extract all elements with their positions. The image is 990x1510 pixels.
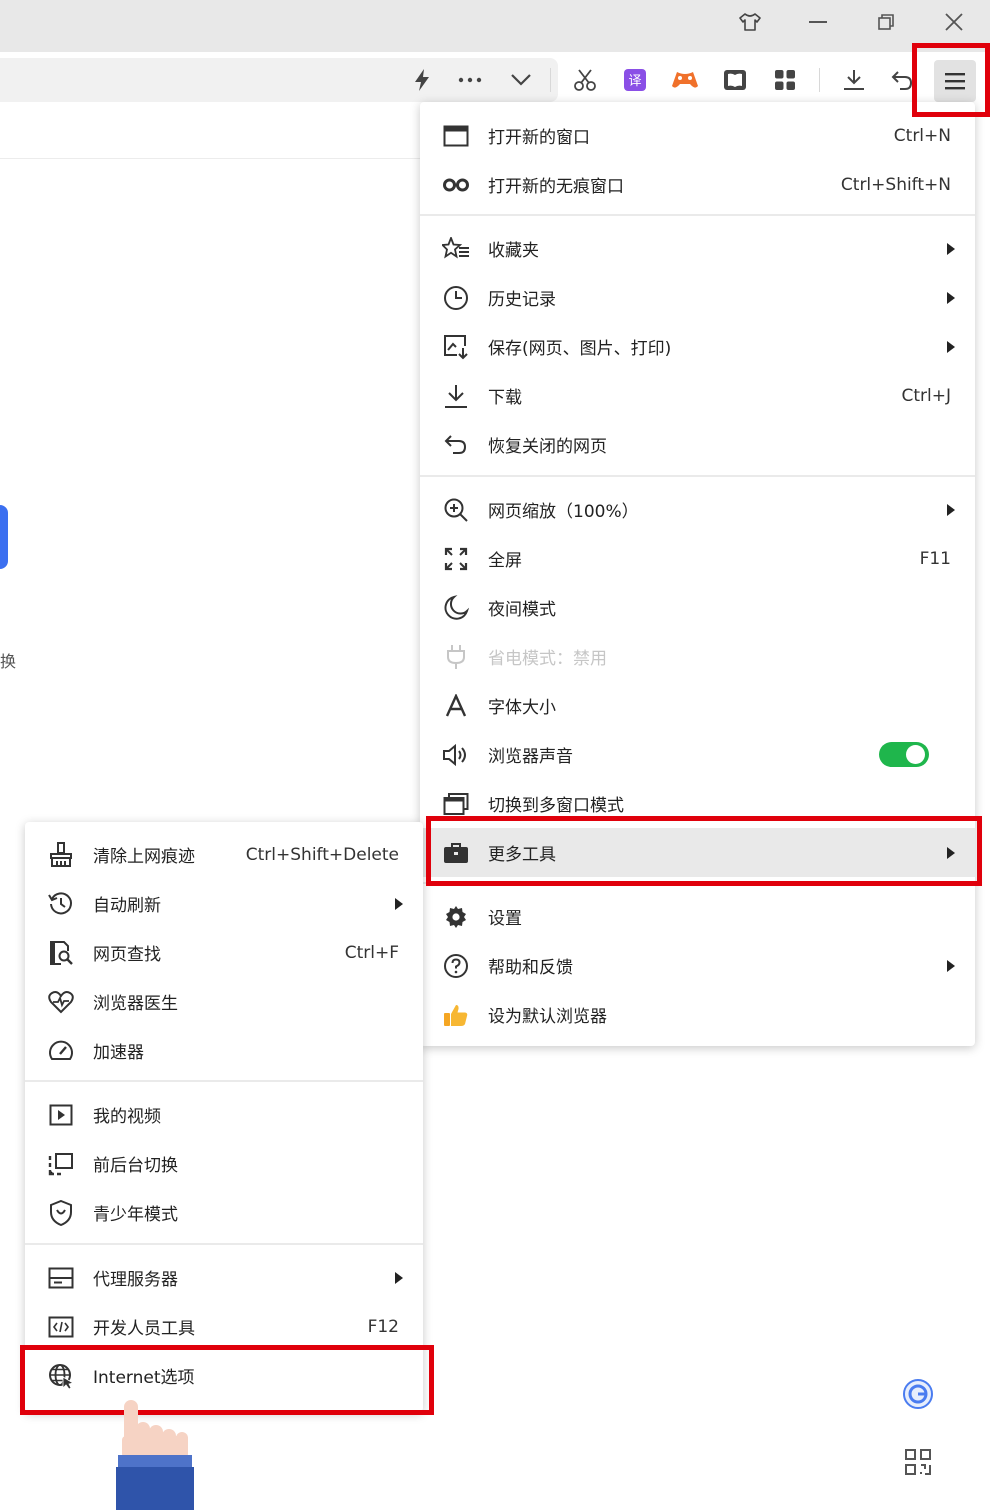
translate-icon[interactable]: 译 <box>617 62 653 98</box>
save-page-icon <box>442 333 470 361</box>
close-icon[interactable] <box>936 8 972 36</box>
star-list-icon <box>442 235 470 263</box>
scissors-icon[interactable] <box>567 62 603 98</box>
menu-item-power-saving: 省电模式：禁用 <box>420 632 975 681</box>
zoom-icon <box>442 496 470 524</box>
toolbar-divider <box>819 68 820 92</box>
menu-separator <box>25 1243 423 1245</box>
skin-icon[interactable] <box>732 8 768 36</box>
help-icon <box>442 952 470 980</box>
tools-item-fg-bg-switch[interactable]: 前后台切换 <box>25 1139 423 1188</box>
minimize-icon[interactable] <box>800 8 836 36</box>
menu-item-new-window[interactable]: 打开新的窗口 Ctrl+N <box>420 111 975 160</box>
tools-item-dev-tools[interactable]: 开发人员工具 F12 <box>25 1302 423 1351</box>
menu-item-font-size[interactable]: 字体大小 <box>420 681 975 730</box>
clock-icon <box>442 284 470 312</box>
gear-icon <box>442 903 470 931</box>
proxy-icon <box>47 1264 75 1292</box>
plug-icon <box>442 643 470 671</box>
tools-item-proxy[interactable]: 代理服务器 <box>25 1253 423 1302</box>
thumbs-up-icon <box>442 1001 470 1029</box>
submenu-arrow-icon <box>947 340 955 353</box>
chevron-down-icon[interactable] <box>503 62 539 98</box>
menu-item-browser-sound[interactable]: 浏览器声音 <box>420 730 975 779</box>
menu-item-downloads[interactable]: 下载 Ctrl+J <box>420 371 975 420</box>
submenu-arrow-icon <box>947 242 955 255</box>
highlight-internet-options <box>20 1345 434 1415</box>
menu-item-fullscreen[interactable]: 全屏 F11 <box>420 534 975 583</box>
font-icon <box>442 692 470 720</box>
submenu-arrow-icon <box>395 1271 403 1284</box>
speedometer-icon <box>47 1037 75 1065</box>
switch-icon <box>47 1150 75 1178</box>
page-blue-tab[interactable] <box>0 505 8 569</box>
restore-icon[interactable] <box>868 8 904 36</box>
refresh-clock-icon <box>47 890 75 918</box>
qr-code-icon[interactable] <box>900 1444 936 1480</box>
toolbar-divider <box>550 68 551 92</box>
submenu-arrow-icon <box>395 897 403 910</box>
menu-separator <box>420 475 975 477</box>
apps-grid-icon[interactable] <box>767 62 803 98</box>
menu-item-new-incognito-window[interactable]: 打开新的无痕窗口 Ctrl+Shift+N <box>420 160 975 209</box>
highlight-more-tools <box>426 816 982 886</box>
tools-item-my-videos[interactable]: 我的视频 <box>25 1090 423 1139</box>
menu-separator <box>25 1080 423 1082</box>
menu-item-help-feedback[interactable]: 帮助和反馈 <box>420 941 975 990</box>
undo-icon <box>442 431 470 459</box>
game-icon[interactable] <box>667 62 703 98</box>
tools-item-find-in-page[interactable]: 网页查找 Ctrl+F <box>25 928 423 977</box>
moon-icon <box>442 594 470 622</box>
multi-window-icon <box>442 790 470 818</box>
highlight-main-menu-button <box>912 43 990 117</box>
svg-text:译: 译 <box>628 74 641 89</box>
menu-item-favorites[interactable]: 收藏夹 <box>420 224 975 273</box>
menu-item-night-mode[interactable]: 夜间模式 <box>420 583 975 632</box>
menu-item-settings[interactable]: 设置 <box>420 892 975 941</box>
menu-item-restore-closed[interactable]: 恢复关闭的网页 <box>420 420 975 469</box>
menu-item-history[interactable]: 历史记录 <box>420 273 975 322</box>
sound-toggle[interactable] <box>879 742 929 767</box>
hand-pointer-icon <box>116 1398 194 1510</box>
more-tools-submenu: 清除上网痕迹 Ctrl+Shift+Delete 自动刷新 网页查找 Ctrl+… <box>25 822 423 1412</box>
menu-item-set-default-browser[interactable]: 设为默认浏览器 <box>420 990 975 1039</box>
submenu-arrow-icon <box>947 503 955 516</box>
tools-item-teen-mode[interactable]: 青少年模式 <box>25 1188 423 1237</box>
submenu-arrow-icon <box>947 291 955 304</box>
tools-item-clear-traces[interactable]: 清除上网痕迹 Ctrl+Shift+Delete <box>25 830 423 879</box>
page-divider <box>0 158 420 159</box>
tools-item-browser-doctor[interactable]: 浏览器医生 <box>25 977 423 1026</box>
main-menu: 打开新的窗口 Ctrl+N 打开新的无痕窗口 Ctrl+Shift+N 收藏夹 … <box>420 102 975 1046</box>
menu-separator <box>420 214 975 216</box>
title-bar <box>0 0 990 52</box>
download-icon <box>442 382 470 410</box>
code-icon <box>47 1313 75 1341</box>
menu-item-save[interactable]: 保存(网页、图片、打印) <box>420 322 975 371</box>
speaker-icon <box>442 741 470 769</box>
incognito-icon <box>442 171 470 199</box>
video-icon <box>47 1101 75 1129</box>
window-icon <box>442 122 470 150</box>
lightning-icon[interactable] <box>404 62 440 98</box>
browser-toolbar: 译 <box>0 52 990 108</box>
menu-item-zoom[interactable]: 网页缩放（100%） <box>420 485 975 534</box>
heart-pulse-icon <box>47 988 75 1016</box>
tools-item-accelerator[interactable]: 加速器 <box>25 1026 423 1075</box>
download-icon[interactable] <box>836 62 872 98</box>
submenu-arrow-icon <box>947 959 955 972</box>
shield-icon <box>47 1199 75 1227</box>
more-dots-icon[interactable] <box>452 62 488 98</box>
fullscreen-icon <box>442 545 470 573</box>
assistant-icon[interactable] <box>900 1376 936 1412</box>
tools-item-auto-refresh[interactable]: 自动刷新 <box>25 879 423 928</box>
find-page-icon <box>47 939 75 967</box>
broom-icon <box>47 841 75 869</box>
reader-icon[interactable] <box>717 62 753 98</box>
page-partial-text: 换 <box>0 652 17 671</box>
